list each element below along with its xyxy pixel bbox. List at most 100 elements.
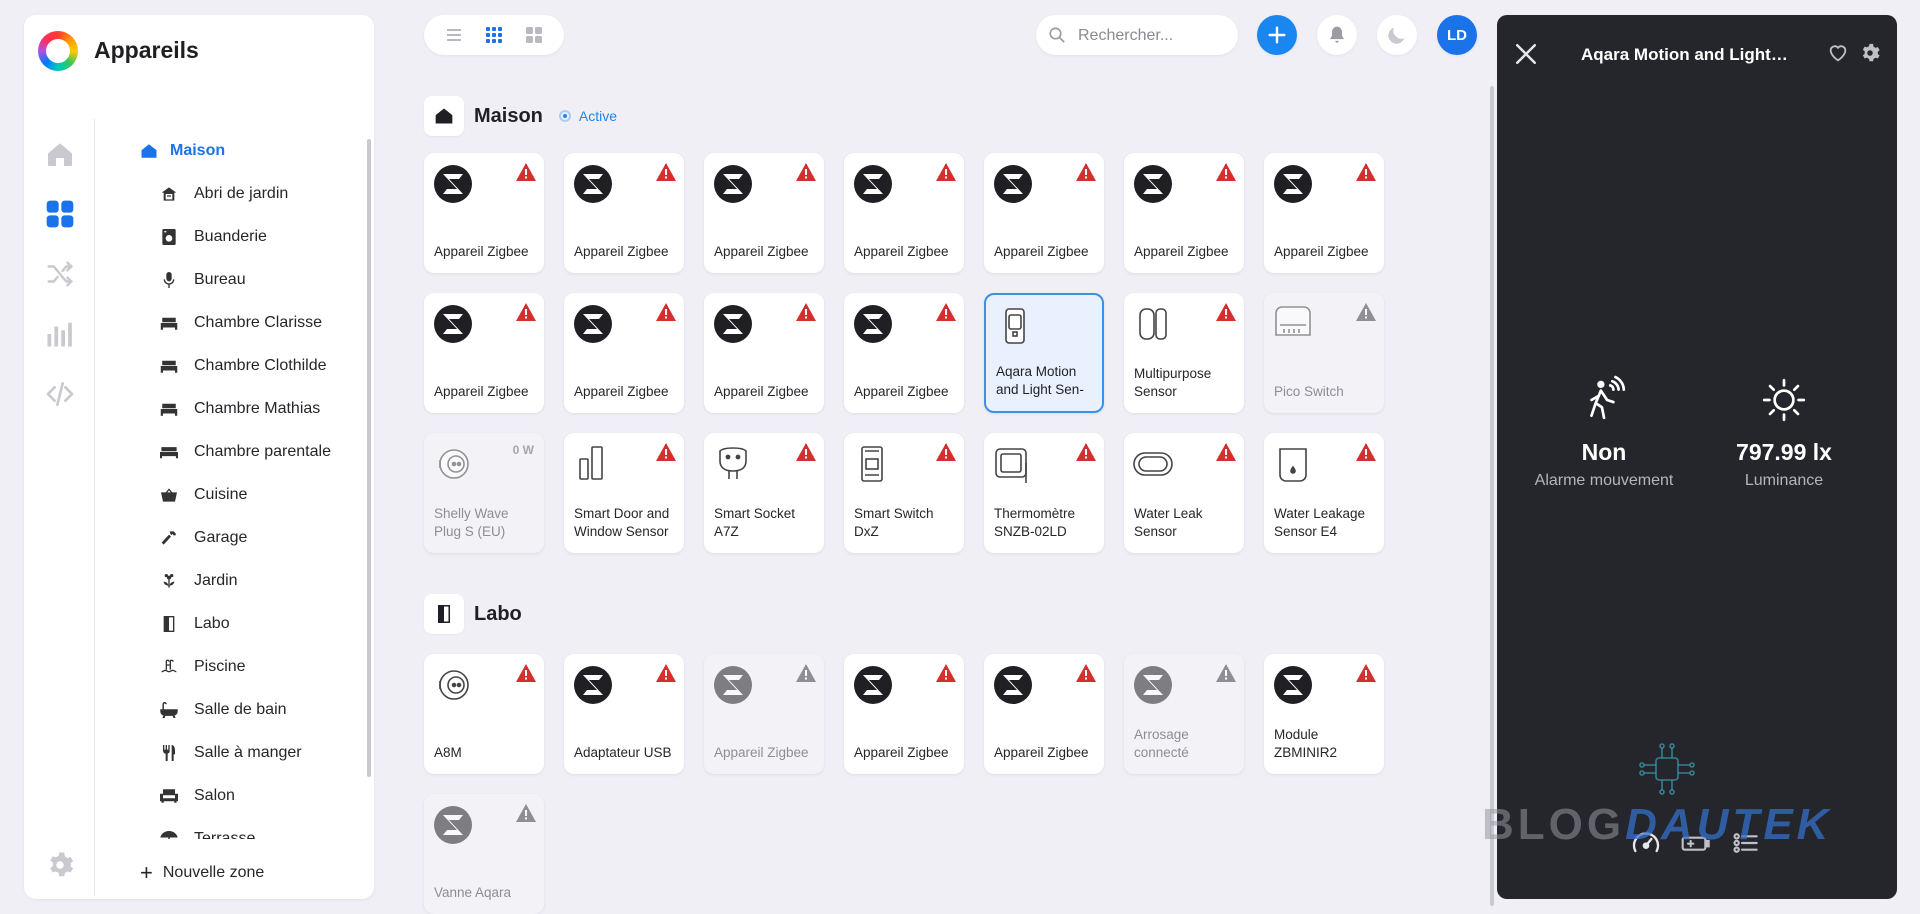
zone-item-piscine[interactable]: Piscine — [116, 652, 246, 682]
warning-icon — [656, 303, 676, 321]
home-icon[interactable] — [43, 137, 77, 171]
device-card-appareil-zigbee[interactable]: Appareil Zigbee — [564, 153, 684, 273]
zone-item-chambre-clothilde[interactable]: Chambre Clothilde — [116, 351, 327, 381]
warning-icon — [656, 163, 676, 181]
bed-icon — [160, 357, 178, 375]
list-view-icon[interactable] — [444, 25, 464, 45]
pico-switch-icon — [1272, 303, 1314, 345]
device-card-appareil-zigbee[interactable]: Appareil Zigbee — [704, 654, 824, 774]
device-card-appareil-zigbee[interactable]: Appareil Zigbee — [704, 293, 824, 413]
zigbee-icon — [432, 163, 474, 205]
zone-list: Maison Abri de jardin Buanderie Bureau C… — [116, 119, 362, 839]
zone-item-salon[interactable]: Salon — [116, 781, 235, 811]
heart-icon[interactable] — [1827, 42, 1849, 64]
device-card-appareil-zigbee[interactable]: Appareil Zigbee — [984, 153, 1104, 273]
zone-item-garage[interactable]: Garage — [116, 523, 247, 553]
device-card-appareil-zigbee[interactable]: Appareil Zigbee — [844, 654, 964, 774]
large-grid-view-icon[interactable] — [524, 25, 544, 45]
search-icon — [1048, 26, 1066, 44]
zone-item-cuisine[interactable]: Cuisine — [116, 480, 247, 510]
device-card-shelly-wave-plug-s-eu[interactable]: 0 W Shelly Wave Plug S (EU) — [424, 433, 544, 553]
zone-item-salle-de-bain[interactable]: Salle de bain — [116, 695, 287, 725]
device-card-arrosage-connecte[interactable]: Arrosage connecté — [1124, 654, 1244, 774]
zone-item-maison[interactable]: Maison — [116, 136, 225, 166]
power-reading: 0 W — [512, 443, 534, 457]
grid-view-icon[interactable] — [484, 25, 504, 45]
device-label: Appareil Zigbee — [434, 384, 529, 399]
zone-label: Labo — [194, 615, 230, 632]
zone-list-scrollbar[interactable] — [367, 139, 371, 777]
add-device-button[interactable] — [1257, 15, 1297, 55]
device-card-adaptateur-usb[interactable]: Adaptateur USB — [564, 654, 684, 774]
door-sensor-icon — [572, 443, 614, 485]
device-label: Water Leak Sensor — [1134, 506, 1203, 539]
shed-icon — [160, 185, 178, 203]
zone-item-bureau[interactable]: Bureau — [116, 265, 246, 295]
device-card-a8m[interactable]: A8M — [424, 654, 544, 774]
device-label: Appareil Zigbee — [994, 244, 1089, 259]
warning-icon — [1076, 163, 1096, 181]
plug-icon — [432, 443, 474, 485]
app-logo — [38, 31, 78, 71]
bar-chart-icon[interactable] — [43, 317, 77, 351]
close-icon[interactable] — [1511, 39, 1541, 69]
watermark-part1: BLOG — [1482, 800, 1626, 849]
settings-icon[interactable] — [1859, 42, 1881, 64]
notifications-button[interactable] — [1317, 15, 1357, 55]
watermark: BLOGDAUTEK — [1482, 800, 1832, 850]
device-card-appareil-zigbee[interactable]: Appareil Zigbee — [844, 293, 964, 413]
new-zone-button[interactable]: + Nouvelle zone — [116, 862, 264, 884]
zone-item-salle-a-manger[interactable]: Salle à manger — [116, 738, 302, 768]
page-scrollbar[interactable] — [1490, 86, 1494, 906]
zone-item-chambre-mathias[interactable]: Chambre Mathias — [116, 394, 320, 424]
warning-icon — [1216, 163, 1236, 181]
grid-icon[interactable] — [43, 197, 77, 231]
device-card-appareil-zigbee[interactable]: Appareil Zigbee — [564, 293, 684, 413]
device-card-appareil-zigbee[interactable]: Appareil Zigbee — [424, 293, 544, 413]
warning-icon — [936, 163, 956, 181]
shuffle-icon[interactable] — [43, 257, 77, 291]
zone-item-terrasse[interactable]: Terrasse — [116, 824, 255, 839]
device-card-aqara-motion-and-light-sen[interactable]: Aqara Motion and Light Sen- — [984, 293, 1104, 413]
zone-item-jardin[interactable]: Jardin — [116, 566, 238, 596]
device-card-smart-socket-a7z[interactable]: Smart Socket A7Z — [704, 433, 824, 553]
user-avatar[interactable]: LD — [1437, 15, 1477, 55]
device-card-appareil-zigbee[interactable]: Appareil Zigbee — [844, 153, 964, 273]
device-card-appareil-zigbee[interactable]: Appareil Zigbee — [424, 153, 544, 273]
device-card-appareil-zigbee[interactable]: Appareil Zigbee — [1264, 153, 1384, 273]
zigbee-icon — [1272, 163, 1314, 205]
plug-icon — [432, 664, 474, 706]
warning-icon — [936, 303, 956, 321]
settings-icon[interactable] — [43, 848, 77, 882]
zone-label: Jardin — [194, 572, 238, 589]
device-label: Smart Door and Window Sensor — [574, 506, 670, 539]
zone-item-chambre-clarisse[interactable]: Chambre Clarisse — [116, 308, 322, 338]
zone-item-chambre-parentale[interactable]: Chambre parentale — [116, 437, 331, 467]
group-title: Labo — [474, 602, 522, 625]
device-card-appareil-zigbee[interactable]: Appareil Zigbee — [704, 153, 824, 273]
device-card-appareil-zigbee[interactable]: Appareil Zigbee — [1124, 153, 1244, 273]
code-icon[interactable] — [43, 377, 77, 411]
search-input[interactable] — [1076, 23, 1230, 49]
zone-item-buanderie[interactable]: Buanderie — [116, 222, 267, 252]
washer-icon — [160, 228, 178, 246]
device-card-module-zbminir2[interactable]: Module ZBMINIR2 — [1264, 654, 1384, 774]
house-icon — [424, 96, 464, 136]
zone-item-labo[interactable]: Labo — [116, 609, 230, 639]
device-card-smart-switch-dxz[interactable]: Smart Switch DxZ — [844, 433, 964, 553]
device-label: Smart Switch DxZ — [854, 506, 934, 539]
device-card-smart-door-and-window-sensor[interactable]: Smart Door and Window Sensor — [564, 433, 684, 553]
dark-mode-button[interactable] — [1377, 15, 1417, 55]
device-card-water-leakage-sensor-e4[interactable]: Water Leakage Sensor E4 — [1264, 433, 1384, 553]
device-card-appareil-zigbee[interactable]: Appareil Zigbee — [984, 654, 1104, 774]
device-label: Arrosage connecté — [1134, 727, 1189, 760]
device-label: Appareil Zigbee — [574, 384, 669, 399]
device-card-thermometre-snzb-02ld[interactable]: Thermomètre SNZB-02LD — [984, 433, 1104, 553]
device-card-water-leak-sensor[interactable]: Water Leak Sensor — [1124, 433, 1244, 553]
zone-item-abri-de-jardin[interactable]: Abri de jardin — [116, 179, 288, 209]
device-card-vanne-aqara[interactable]: Vanne Aqara — [424, 794, 544, 914]
warning-icon — [796, 443, 816, 461]
zigbee-icon — [712, 303, 754, 345]
device-card-multipurpose-sensor[interactable]: Multipurpose Sensor — [1124, 293, 1244, 413]
device-card-pico-switch[interactable]: Pico Switch — [1264, 293, 1384, 413]
